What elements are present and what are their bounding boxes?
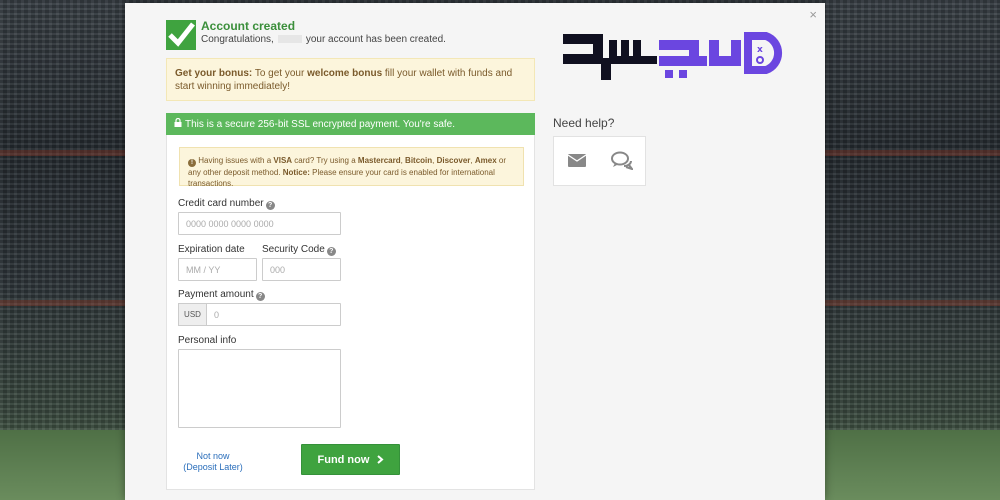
chat-icon[interactable] — [611, 151, 635, 173]
bonus-highlight: welcome bonus — [307, 68, 383, 79]
currency-addon: USD — [178, 303, 207, 326]
personal-info-textarea[interactable] — [178, 349, 341, 428]
security-code-label: Security Code? — [262, 244, 336, 256]
message-before: Congratulations, — [201, 34, 274, 45]
close-icon[interactable]: × — [809, 8, 817, 21]
mail-icon[interactable] — [567, 154, 587, 170]
bonus-lead: Get your bonus: — [175, 68, 253, 79]
username-redacted — [277, 35, 302, 44]
chevron-right-icon — [376, 454, 384, 466]
security-code-input[interactable] — [262, 258, 341, 281]
not-now-text: Not now — [196, 451, 230, 461]
warn-discover: Discover — [436, 156, 471, 165]
card-number-label: Credit card number? — [178, 198, 275, 210]
check-icon — [166, 20, 196, 50]
warn-notice: Notice: — [282, 168, 310, 177]
deposit-later-link[interactable]: Not now (Deposit Later) — [181, 451, 245, 473]
expiration-input[interactable] — [178, 258, 257, 281]
help-box — [553, 136, 646, 186]
secure-text: This is a secure 256-bit SSL encrypted p… — [185, 119, 456, 130]
warn-mastercard: Mastercard — [357, 156, 401, 165]
warn-amex: Amex — [474, 156, 497, 165]
deposit-modal: × Account created Congratulations, your a… — [125, 3, 825, 500]
info-icon: ! — [188, 159, 196, 167]
deposit-later-text: (Deposit Later) — [183, 462, 243, 472]
question-icon[interactable]: ? — [265, 201, 275, 210]
question-icon[interactable]: ? — [326, 247, 336, 256]
warn-text: card? Try using a — [294, 156, 356, 165]
account-created-banner: Account created Congratulations, your acc… — [166, 19, 535, 53]
warn-visa: VISA — [273, 156, 293, 165]
personal-info-label: Personal info — [178, 335, 237, 346]
payment-amount-label-text: Payment amount — [178, 289, 254, 300]
payment-amount-input[interactable] — [206, 303, 341, 326]
bonus-alert: Get your bonus: To get your welcome bonu… — [166, 58, 535, 101]
payment-amount-label: Payment amount? — [178, 289, 265, 301]
warn-text: Having issues with a — [198, 156, 272, 165]
account-created-title: Account created — [201, 19, 296, 33]
question-icon[interactable]: ? — [255, 292, 265, 301]
brand-logo: x — [563, 30, 793, 89]
expiration-label: Expiration date — [178, 244, 245, 255]
secure-payment-bar: This is a secure 256-bit SSL encrypted p… — [166, 113, 535, 135]
bonus-text: To get your — [254, 68, 305, 79]
warn-bitcoin: Bitcoin — [405, 156, 433, 165]
card-issue-warning: ! Having issues with a VISA card? Try us… — [179, 147, 524, 188]
security-code-label-text: Security Code — [262, 244, 325, 255]
payment-form: ! Having issues with a VISA card? Try us… — [166, 135, 535, 490]
svg-text:x: x — [757, 45, 763, 55]
message-after: your account has been created. — [305, 34, 446, 45]
account-created-message: Congratulations, your account has been cr… — [201, 34, 446, 45]
fund-now-button[interactable]: Fund now — [301, 444, 400, 475]
card-number-input[interactable] — [178, 212, 341, 235]
need-help-title: Need help? — [553, 116, 615, 130]
fund-now-label: Fund now — [317, 453, 370, 466]
lock-icon — [174, 117, 182, 130]
card-number-label-text: Credit card number — [178, 198, 264, 209]
